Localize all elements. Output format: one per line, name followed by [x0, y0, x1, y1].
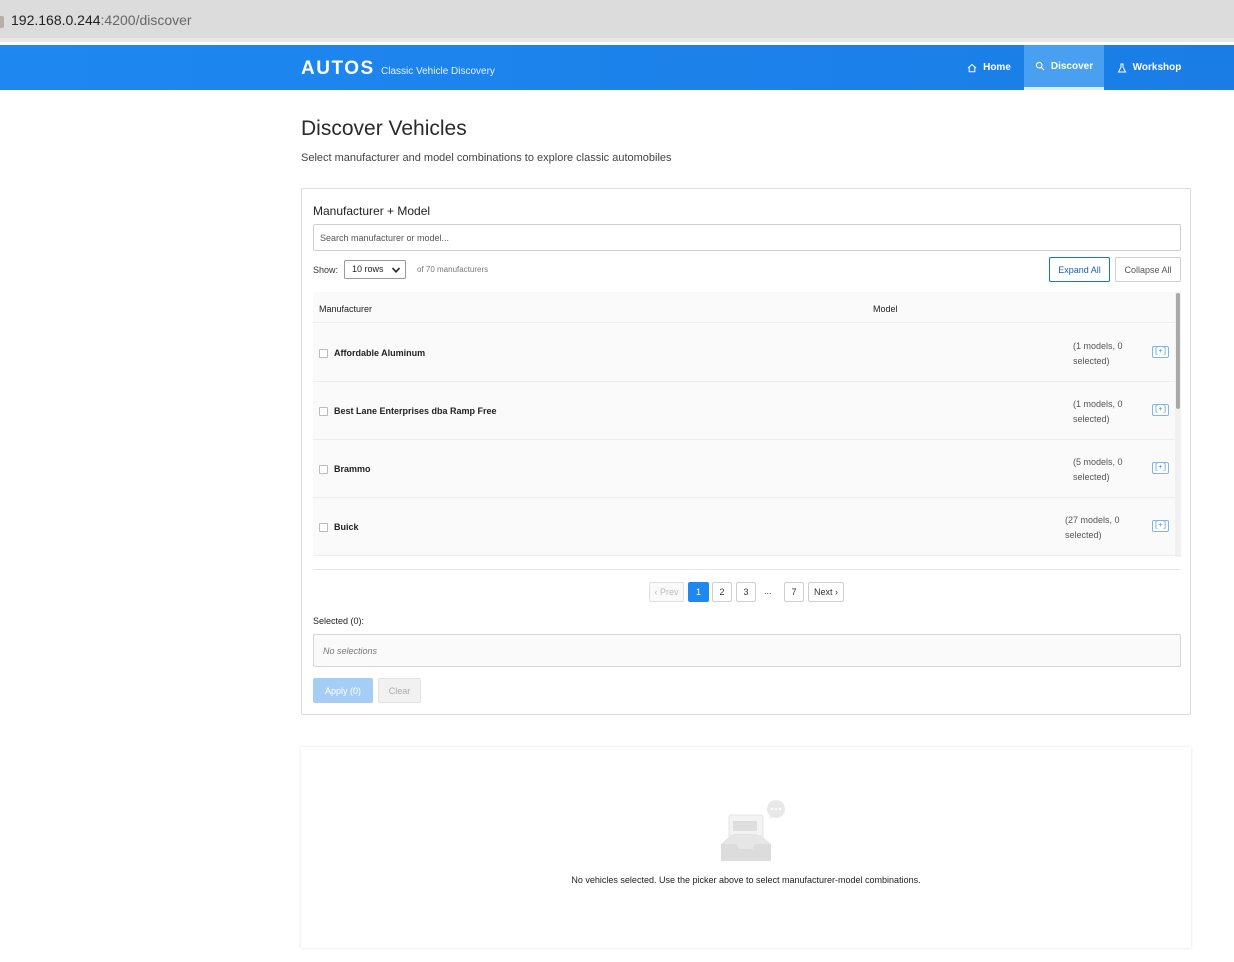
row-checkbox[interactable] — [319, 407, 328, 416]
table-scrollbar[interactable] — [1175, 292, 1181, 557]
nav-workshop-label: Workshop — [1132, 62, 1182, 73]
row-checkbox[interactable] — [319, 349, 328, 358]
url-host: 192.168.0.244 — [11, 12, 101, 28]
scrollbar-thumb[interactable] — [1176, 293, 1180, 409]
collapse-all-button[interactable]: Collapse All — [1115, 257, 1181, 282]
model-count: (27 models, 0 selected) — [1065, 515, 1120, 540]
results-panel: No vehicles selected. Use the picker abo… — [301, 747, 1191, 948]
show-label: Show: — [313, 265, 339, 275]
model-count: (5 models, 0 selected) — [1073, 457, 1123, 482]
browser-address-bar: 192.168.0.244:4200/discover — [0, 0, 1234, 42]
model-count: (1 models, 0 selected) — [1073, 399, 1123, 424]
page-subtitle: Select manufacturer and model combinatio… — [301, 152, 672, 164]
page-title: Discover Vehicles — [301, 117, 467, 140]
pagination-ellipsis: ... — [764, 586, 772, 596]
expand-row-icon[interactable]: [+] — [1152, 462, 1169, 474]
browser-edge-marker — [0, 16, 4, 28]
manufacturer-name: Brammo — [334, 464, 371, 474]
url-path: :4200/discover — [100, 12, 192, 28]
search-icon — [1035, 61, 1045, 71]
rows-per-page-value: 10 rows — [352, 264, 384, 274]
nav-discover[interactable]: Discover — [1024, 45, 1104, 90]
nav-workshop[interactable]: Workshop — [1104, 45, 1194, 90]
column-header-manufacturer[interactable]: Manufacturer — [319, 304, 372, 314]
nav-discover-label: Discover — [1050, 60, 1094, 72]
manufacturer-table: Manufacturer Model Affordable Aluminum (… — [313, 292, 1181, 557]
flask-icon — [1117, 63, 1126, 72]
page-button-7[interactable]: 7 — [784, 582, 804, 602]
expand-row-icon[interactable]: [+] — [1152, 520, 1169, 532]
app-header: AUTOS Classic Vehicle Discovery Home Dis… — [0, 45, 1234, 90]
manufacturer-count: of 70 manufacturers — [417, 265, 489, 274]
table-header: Manufacturer Model — [313, 292, 1175, 323]
manufacturer-name: Buick — [334, 522, 359, 532]
page-button-3[interactable]: 3 — [736, 582, 756, 602]
page-button-2[interactable]: 2 — [712, 582, 732, 602]
search-input[interactable] — [313, 224, 1181, 251]
row-checkbox[interactable] — [319, 465, 328, 474]
manufacturer-name: Affordable Aluminum — [334, 348, 426, 358]
table-row[interactable]: Brammo (5 models, 0 selected) [+] — [313, 440, 1175, 498]
manufacturer-name: Best Lane Enterprises dba Ramp Free — [334, 406, 497, 416]
divider — [313, 569, 1181, 570]
selections-box: No selections — [313, 634, 1181, 667]
column-header-model[interactable]: Model — [873, 304, 898, 314]
row-checkbox[interactable] — [319, 523, 328, 532]
nav-home[interactable]: Home — [958, 45, 1020, 90]
table-row[interactable]: Best Lane Enterprises dba Ramp Free (1 m… — [313, 382, 1175, 440]
brand-logo[interactable]: AUTOS — [301, 58, 375, 80]
url-field[interactable]: 192.168.0.244:4200/discover — [11, 12, 192, 28]
next-page-button[interactable]: Next › — [808, 582, 844, 602]
page-button-1[interactable]: 1 — [688, 582, 709, 602]
expand-row-icon[interactable]: [+] — [1152, 346, 1169, 358]
empty-inbox-icon — [721, 800, 785, 861]
table-row[interactable]: Affordable Aluminum (1 models, 0 selecte… — [313, 324, 1175, 382]
picker-title: Manufacturer + Model — [313, 204, 431, 218]
rows-per-page-select[interactable]: 10 rows — [344, 260, 406, 279]
expand-row-icon[interactable]: [+] — [1152, 404, 1169, 416]
selected-label: Selected (0): — [313, 616, 365, 626]
model-count: (1 models, 0 selected) — [1073, 341, 1123, 366]
clear-button[interactable]: Clear — [378, 678, 421, 703]
table-row[interactable]: Buick (27 models, 0 selected) [+] — [313, 498, 1175, 556]
manufacturer-model-picker: Manufacturer + Model Show: 10 rows of 70… — [301, 188, 1191, 715]
home-icon — [967, 63, 977, 72]
expand-all-button[interactable]: Expand All — [1049, 257, 1110, 282]
apply-button[interactable]: Apply (0) — [313, 678, 373, 703]
empty-results-message: No vehicles selected. Use the picker abo… — [571, 875, 921, 885]
no-selections-text: No selections — [323, 646, 378, 656]
nav-home-label: Home — [983, 62, 1011, 73]
brand-subtitle: Classic Vehicle Discovery — [381, 66, 495, 77]
chevron-down-icon — [391, 267, 401, 273]
prev-page-button[interactable]: ‹ Prev — [649, 582, 684, 602]
